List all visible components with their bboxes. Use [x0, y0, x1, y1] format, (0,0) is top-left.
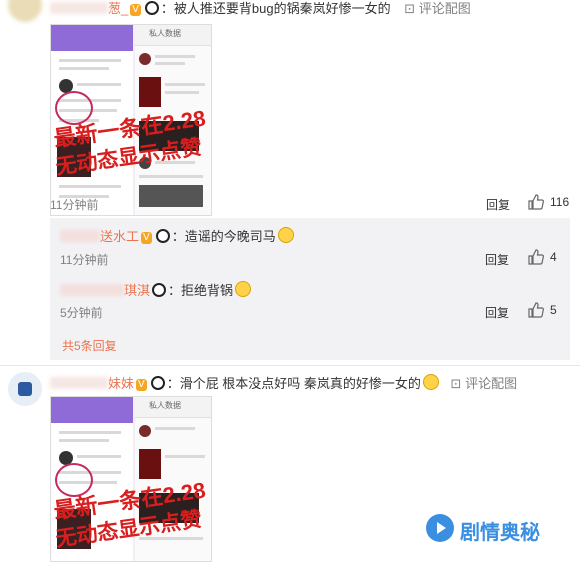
- comment-text: ：被人推还要背bug的锅秦岚好惨一女的: [160, 1, 391, 16]
- reply-button[interactable]: 回复: [486, 196, 510, 213]
- panda-icon: [152, 283, 167, 297]
- comment-image[interactable]: 私人数据 最新一条在2.28 无动态显示点赞: [50, 24, 212, 216]
- phone-tab: 私人数据: [149, 401, 181, 410]
- play-logo-icon: [426, 514, 454, 542]
- comment-header: 妹妹 V ：滑个屁 根本没点好吗 秦岚真的好惨一女的 ⊡ 评论配图: [50, 374, 517, 394]
- panda-icon: [144, 1, 159, 15]
- comment-image[interactable]: 私人数据 最新一条在2.28 无动态显示点赞: [50, 396, 212, 562]
- avatar[interactable]: [8, 372, 42, 406]
- username-blurred: [50, 2, 108, 14]
- thumbs-up-icon: [528, 302, 544, 323]
- thumbs-up-icon: [528, 194, 544, 210]
- reply-button[interactable]: 回复: [485, 304, 509, 321]
- reply-button[interactable]: 回复: [485, 251, 509, 268]
- comment-1: 葱_ V ：被人推还要背bug的锅秦岚好惨一女的 ⊡ 评论配图 私人数据 最新一…: [0, 0, 580, 216]
- comment-time: 11分钟前: [50, 198, 99, 212]
- more-replies-link[interactable]: 共5条回复: [62, 337, 117, 354]
- image-label[interactable]: 评论配图: [465, 376, 517, 391]
- watermark-text: 剧情奥秘: [460, 522, 540, 544]
- panda-icon: [150, 376, 165, 390]
- avatar[interactable]: [8, 0, 42, 22]
- phone-tab: 私人数据: [149, 29, 181, 38]
- like-button[interactable]: 116: [528, 194, 574, 212]
- like-count: 5: [550, 303, 557, 317]
- username-blurred: [60, 284, 124, 296]
- reply-text: ：拒绝背锅: [168, 283, 234, 298]
- sad-emoji-icon: [422, 374, 439, 390]
- vip-badge: V: [141, 232, 152, 244]
- reply-time: 5分钟前: [60, 306, 103, 320]
- thinking-emoji-icon: [235, 281, 252, 297]
- comment-header: 葱_ V ：被人推还要背bug的锅秦岚好惨一女的 ⊡ 评论配图: [50, 0, 471, 20]
- username[interactable]: 葱_: [108, 1, 128, 16]
- reply-username[interactable]: 送水工: [100, 229, 139, 244]
- replies-panel: 送水工 V ：造谣的今晚司马 11分钟前 回复 4 琪淇 ：拒绝背锅 5分钟前 回复 …: [50, 218, 570, 360]
- reply-1: 送水工 V ：造谣的今晚司马 11分钟前 回复 4: [50, 218, 570, 268]
- vip-badge: V: [130, 4, 141, 16]
- username[interactable]: 妹妹: [108, 376, 134, 391]
- comment-text: ：滑个屁 根本没点好吗 秦岚真的好惨一女的: [166, 376, 421, 391]
- like-button[interactable]: 4: [528, 249, 568, 267]
- like-count: 116: [550, 195, 570, 209]
- image-icon: ⊡: [404, 1, 416, 16]
- like-count: 4: [550, 250, 557, 264]
- smile-emoji-icon: [277, 227, 294, 243]
- reply-2: 琪淇 ：拒绝背锅 5分钟前 回复 5: [50, 272, 570, 320]
- watermark: 剧情奥秘: [418, 508, 568, 548]
- thumbs-up-icon: [528, 249, 544, 270]
- panda-icon: [155, 229, 170, 243]
- reply-username[interactable]: 琪淇: [124, 283, 150, 298]
- like-button[interactable]: 5: [528, 302, 568, 320]
- image-label[interactable]: 评论配图: [419, 1, 471, 16]
- image-icon: ⊡: [450, 376, 462, 391]
- username-blurred: [60, 230, 100, 242]
- reply-text: ：造谣的今晚司马: [171, 229, 276, 244]
- vip-badge: V: [136, 379, 147, 391]
- reply-time: 11分钟前: [60, 253, 109, 267]
- username-blurred: [50, 377, 108, 389]
